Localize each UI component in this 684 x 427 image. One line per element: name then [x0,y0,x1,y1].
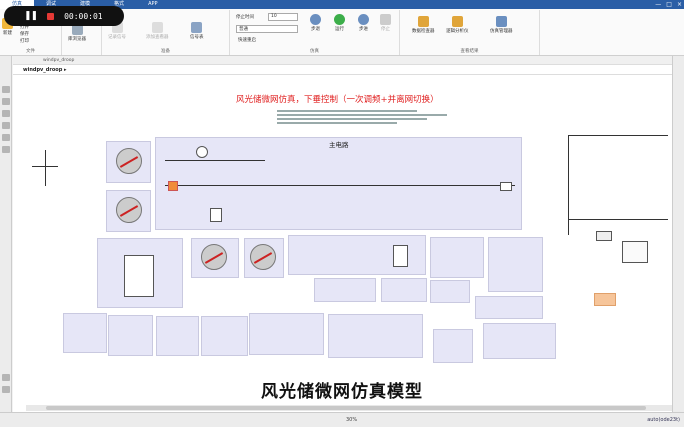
file-tab[interactable]: windpv_droop [13,56,672,65]
logic-subsystem[interactable] [381,278,427,302]
prepare-group-label: 准备 [161,49,170,54]
switch-subsystem[interactable] [488,237,543,292]
selected-block[interactable] [168,181,178,191]
step-forward-icon [358,14,369,25]
screen-recorder-overlay: ❚❚ 00:00:01 [4,6,124,26]
close-button[interactable]: × [677,0,682,9]
output-subsystem[interactable] [475,296,543,319]
droop-block[interactable] [393,245,408,267]
note-line [277,122,397,124]
calc-subsystem[interactable] [249,313,324,355]
scope-subsystem-2[interactable] [483,323,556,359]
data-inspector-icon [417,16,429,27]
bus-line [165,160,265,161]
save-button[interactable]: 保存 [20,31,29,37]
simulation-group-label: 仿真 [310,49,319,54]
zoom-level: 30% [346,417,358,423]
controller-block[interactable] [124,255,154,297]
main-circuit-label: 主电路 [329,141,349,149]
print-button[interactable]: 打印 [20,38,29,44]
pv-gauge-icon [116,197,142,223]
review-group: 数据检查器 逻辑分析仪 仿真管理器 查看结果 [400,10,540,55]
viewer-icon [151,22,163,33]
bus-line [165,185,515,186]
breadcrumb[interactable]: windpv_droop ▸ [23,67,67,73]
sim-manager-icon [495,16,507,27]
library-browser-button[interactable]: 库浏览器 [68,24,86,42]
calc-subsystem-2[interactable] [328,314,423,358]
logic-analyzer-icon [451,16,463,27]
step-back-icon [310,14,321,25]
wind-turbine-icon [116,148,142,174]
status-bar: 30% auto(ode23t) [0,412,684,427]
data-inspector-button[interactable]: 数据检查器 [412,16,435,34]
video-caption: 风光储微网仿真模型 [261,382,423,402]
load-block[interactable] [500,182,512,191]
gauge-icon [201,244,227,270]
run-icon [334,14,345,25]
fit-icon[interactable] [2,98,10,105]
spwm-block [596,231,612,241]
scroll-thumb[interactable] [46,406,646,410]
transformer-block[interactable] [210,208,222,222]
add-viewer-button[interactable]: 添加查看器 [146,22,169,40]
arrow-icon[interactable] [2,110,10,117]
stop-button[interactable]: 停止 [380,14,391,32]
pq-subsystem-3[interactable] [156,316,199,356]
file-group-label: 文件 [26,49,35,54]
annotation-icon[interactable] [2,122,10,129]
stop-time-label: 停止时间 [236,15,254,20]
gauge-icon [250,244,276,270]
stop-time-input[interactable]: 10 [268,13,298,21]
address-bar: windpv_droop ▸ [13,65,672,75]
image-icon[interactable] [2,134,10,141]
logic-analyzer-button[interactable]: 逻辑分析仪 [446,16,469,34]
sim-manager-button[interactable]: 仿真管理器 [490,16,513,34]
note-line [277,118,427,120]
measure-subsystem[interactable] [314,278,376,302]
note-line [277,110,417,112]
zoom-icon[interactable] [2,86,10,93]
stop-icon [380,14,391,25]
logic-subsystem-2[interactable] [430,280,470,303]
pq-subsystem-4[interactable] [201,316,248,356]
recording-time: 00:00:01 [64,11,103,21]
grid-schematic-image [30,148,60,188]
controller-schematic-block [622,241,648,263]
solver-label[interactable]: auto(ode23t) [647,417,680,423]
source-block[interactable] [196,146,208,158]
step-back-button[interactable]: 步退 [310,14,321,32]
run-button[interactable]: 运行 [334,14,345,32]
pq-subsystem-1[interactable] [63,313,107,353]
fast-restart-toggle[interactable]: 快速重启 [238,37,256,43]
model-title: 风光储微网仿真，下垂控制（一次调频+并离网切换） [236,95,439,105]
maximize-button[interactable]: □ [666,0,672,9]
minimize-button[interactable]: — [655,0,661,9]
stop-record-icon[interactable] [47,12,55,20]
right-palette [672,56,684,412]
converter-schematic-image [560,129,672,271]
pause-icon[interactable]: ❚❚ [24,11,38,21]
signal-table-button[interactable]: 信号表 [190,22,204,40]
highlighted-scope[interactable] [594,293,616,306]
horizontal-scrollbar[interactable] [26,405,672,411]
pll-subsystem[interactable] [430,237,484,278]
pq-subsystem-2[interactable] [108,315,153,356]
window-controls: — □ × [655,0,682,9]
step-forward-button[interactable]: 步进 [358,14,369,32]
tab-app[interactable]: APP [136,0,169,9]
note-line [277,114,447,116]
simulation-mode-select[interactable]: 普通 [236,25,298,33]
scope-subsystem[interactable] [433,329,473,363]
simulation-group: 停止时间 10 普通 快速重启 步退 运行 步进 停止 仿真 [230,10,400,55]
review-group-label: 查看结果 [460,49,479,54]
area-icon[interactable] [2,146,10,153]
left-palette [0,56,12,412]
signal-table-icon [191,22,203,33]
